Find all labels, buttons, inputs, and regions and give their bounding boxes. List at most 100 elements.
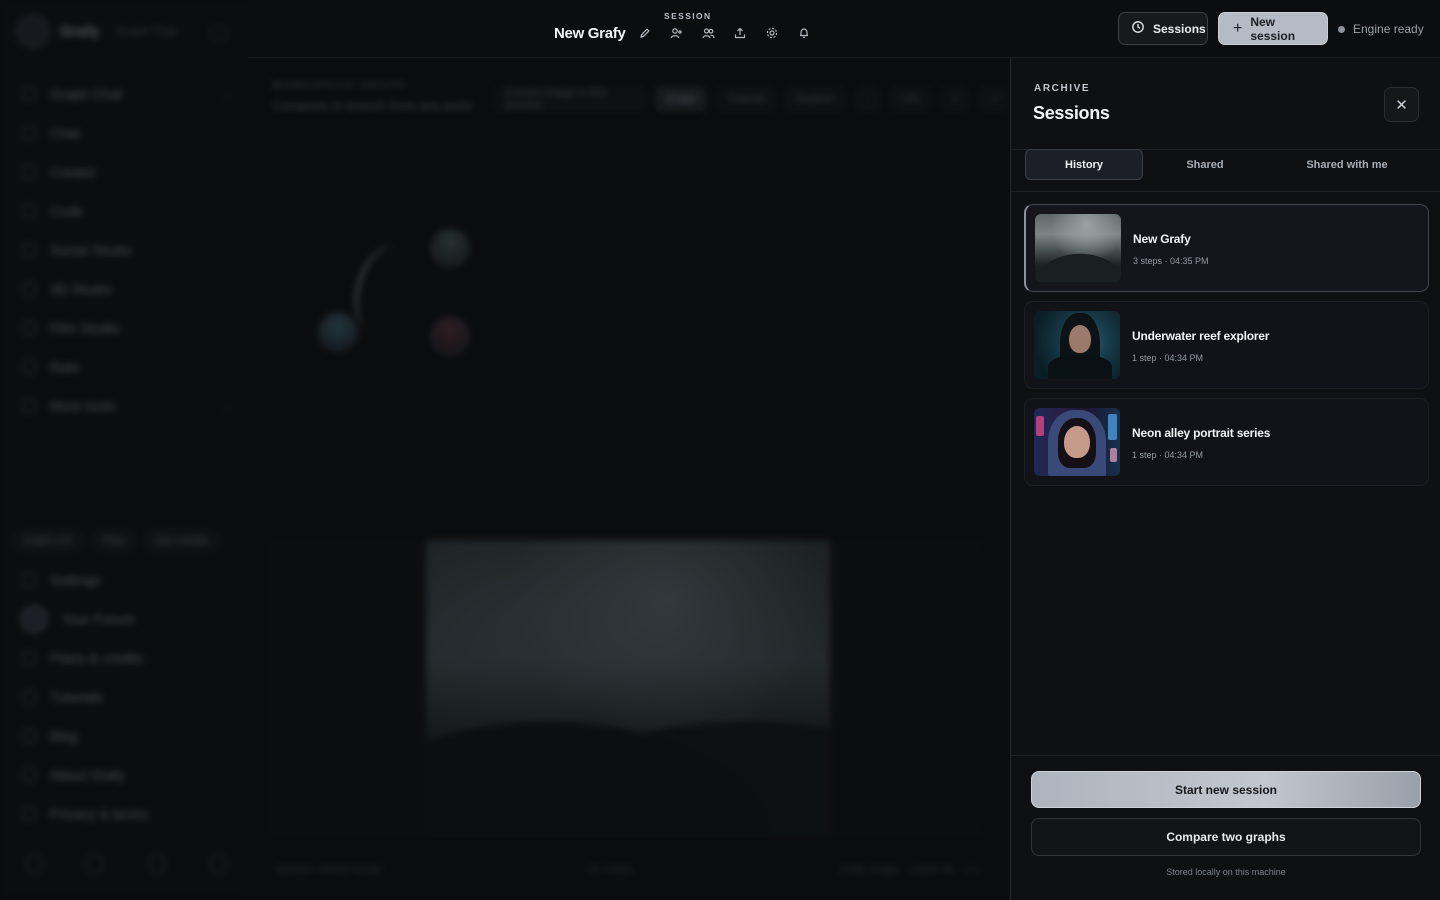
sidebar-item-label: Chat (50, 124, 80, 141)
panel-kicker: ARCHIVE (1034, 83, 1091, 94)
sidebar-item-blog[interactable]: Blog (22, 716, 232, 755)
edit-icon[interactable] (638, 27, 652, 41)
session-list: New Grafy 3 steps · 04:35 PM Underwater … (1024, 204, 1429, 495)
panel-title: Sessions (1033, 103, 1110, 123)
thumbnail-face (1064, 426, 1090, 458)
session-thumbnail (1035, 214, 1121, 282)
sidebar-item-label: Social Studio (50, 241, 132, 258)
sidebar-item-label: Rate (50, 358, 80, 375)
canvas-footer-left: Session stored locally (276, 864, 383, 876)
sidebar-item-more-tools[interactable]: More tools ⌄ (22, 386, 232, 425)
share-icon[interactable] (733, 27, 747, 41)
sidebar-collapse-icon[interactable] (210, 26, 226, 40)
preview-image (426, 540, 830, 838)
sidebar-item-3d-studio[interactable]: 3D Studio (22, 269, 232, 308)
graph-icon (22, 86, 36, 101)
graph-node-video[interactable] (430, 316, 470, 356)
brand[interactable]: Grafy Graph Chat (16, 14, 177, 48)
session-thumbnail (1034, 311, 1120, 379)
close-icon: ✕ (1395, 96, 1408, 114)
graph-view-button[interactable]: Graph (654, 86, 708, 112)
sidebar-item-label: Blog (50, 727, 79, 744)
x-social-icon[interactable] (26, 856, 42, 872)
film-icon (22, 320, 36, 335)
creator-icon (22, 164, 36, 179)
sidebar-item-graph-chat[interactable]: Graph Chat ⌄ (22, 74, 232, 113)
theme-icon[interactable] (209, 856, 226, 872)
sidebar-item-plans[interactable]: Plans & credits (22, 638, 232, 677)
session-card[interactable]: Underwater reef explorer 1 step · 04:34 … (1024, 301, 1429, 389)
plan-chip[interactable]: Plan (92, 530, 135, 552)
history-icon (1131, 20, 1145, 37)
sidebar-item-label: More tools (50, 397, 116, 414)
background-app: Grafy Graph Chat Graph Chat ⌄ Chat Creat… (0, 0, 1010, 900)
instagram-icon[interactable] (148, 856, 165, 872)
discord-icon[interactable] (87, 856, 104, 872)
people-icon[interactable] (701, 27, 715, 41)
canvas-subtitle: Compose or branch from any point (272, 98, 473, 113)
plans-icon (22, 650, 36, 665)
compare-graphs-button[interactable]: Compare two graphs (1031, 818, 1421, 856)
zoom-in-button[interactable]: + (940, 86, 970, 112)
sidebar-item-profile[interactable]: Your Forum (20, 599, 232, 638)
canvas-kicker: WORKSPACE GRAPH (272, 80, 407, 91)
sidebar-item-label: Privacy & terms (50, 805, 149, 822)
session-card[interactable]: New Grafy 3 steps · 04:35 PM (1024, 204, 1429, 292)
canvas-footer: Session stored locally 25 nodes Grafy im… (276, 864, 980, 876)
chevron-down-icon: ⌄ (221, 86, 232, 101)
sidebar-item-code[interactable]: Code (22, 191, 232, 230)
divider (1011, 755, 1440, 756)
fit-view-button[interactable]: ⤢ (979, 86, 1010, 112)
graph-node-prompt[interactable] (318, 312, 358, 352)
zoom-out-button[interactable]: - (854, 86, 881, 112)
tab-shared[interactable]: Shared (1143, 149, 1267, 180)
thumbnail-face (1069, 325, 1091, 353)
sidebar-item-label: Your Forum (62, 610, 135, 627)
sidebar-item-rate[interactable]: Rate (22, 347, 232, 386)
session-header: SESSION New Grafy (548, 0, 822, 58)
sidebar-item-social-studio[interactable]: Social Studio (22, 230, 232, 269)
sidebar-item-creator[interactable]: Creator (22, 152, 232, 191)
sidebar-item-film-studio[interactable]: Film Studio (22, 308, 232, 347)
new-session-button[interactable]: + New session (1218, 12, 1328, 45)
get-credits-chip[interactable]: Get credits (144, 530, 219, 552)
close-button[interactable]: ✕ (1384, 87, 1419, 122)
bell-icon[interactable] (797, 27, 811, 41)
info-icon (22, 767, 36, 782)
tutorial-button[interactable]: Tutorial (717, 86, 776, 112)
sidebar-item-privacy[interactable]: Privacy & terms (22, 794, 232, 833)
credits-row: 8,880 cr/h Plan Get credits (14, 530, 219, 552)
current-image-toggle[interactable]: Current image in this session (494, 86, 645, 112)
chevron-down-icon: ⌄ (221, 398, 232, 413)
sidebar-item-label: Graph Chat (50, 85, 123, 102)
add-person-icon[interactable] (669, 27, 683, 41)
brand-name: Grafy (60, 22, 100, 40)
session-card[interactable]: Neon alley portrait series 1 step · 04:3… (1024, 398, 1429, 486)
thumbnail-hills (1035, 248, 1121, 282)
sidebar-item-label: Tutorials (50, 688, 104, 705)
sidebar-item-about[interactable]: About Grafy (22, 755, 232, 794)
privacy-icon (22, 806, 36, 821)
sidebar-item-chat[interactable]: Chat (22, 113, 232, 152)
chat-icon (22, 125, 36, 140)
cube-icon (22, 281, 36, 296)
start-new-session-button[interactable]: Start new session (1031, 771, 1421, 808)
gear-icon[interactable] (765, 27, 779, 41)
tab-shared-with-me[interactable]: Shared with me (1267, 149, 1427, 180)
preview-image-hills (426, 690, 830, 838)
explore-button[interactable]: Explore (785, 86, 845, 112)
engine-status-label: Engine ready (1353, 22, 1424, 36)
tab-history[interactable]: History (1025, 149, 1143, 180)
code-icon (22, 203, 36, 218)
sessions-button[interactable]: Sessions (1118, 12, 1208, 45)
graph-node-image[interactable] (430, 228, 470, 268)
sidebar-item-tutorials[interactable]: Tutorials (22, 677, 232, 716)
new-session-button-label: New session (1250, 14, 1296, 43)
canvas-footer-right: Grafy image · Latest 4K · 1:1 (838, 864, 980, 876)
sidebar-item-label: Settings (50, 571, 101, 588)
sidebar-item-settings[interactable]: Settings (22, 560, 232, 599)
session-meta: 3 steps · 04:35 PM (1133, 256, 1209, 266)
status-dot-icon (1338, 25, 1345, 33)
session-title[interactable]: New Grafy (554, 25, 626, 42)
sidebar-item-label: Code (50, 202, 84, 219)
